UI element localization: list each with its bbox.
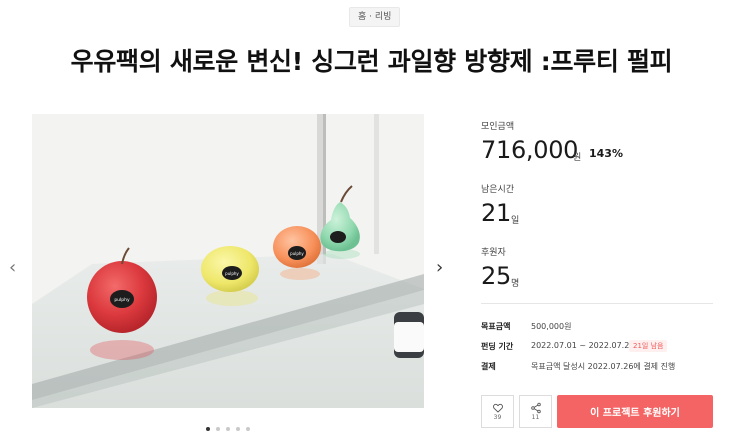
lemon-label-text: pulphy xyxy=(225,271,239,276)
days-left-value: 21 xyxy=(481,199,511,227)
pagination-dot[interactable] xyxy=(226,427,230,431)
page-title: 우유팩의 새로운 변신! 싱그런 과일향 방향제 :프루티 펄피 xyxy=(70,47,673,76)
amount-unit: 원 xyxy=(573,153,582,163)
like-button[interactable]: 39 xyxy=(481,395,514,428)
goal-label: 목표금액 xyxy=(481,322,511,331)
heart-icon xyxy=(492,403,503,413)
backers-unit: 명 xyxy=(511,279,520,289)
share-icon xyxy=(530,402,541,414)
backers-label: 후원자 xyxy=(481,248,506,258)
period-value: 2022.07.01 ~ 2022.07.25 xyxy=(531,341,635,350)
gallery-pagination xyxy=(206,427,250,431)
backers-value: 25 xyxy=(481,262,511,290)
share-button[interactable]: 11 xyxy=(519,395,552,428)
period-label: 펀딩 기간 xyxy=(481,342,514,351)
pagination-dot[interactable] xyxy=(236,427,240,431)
amount-label: 모인금액 xyxy=(481,122,515,132)
share-count: 11 xyxy=(531,414,540,421)
project-image: pulphy pulphy pulphy xyxy=(32,114,424,408)
achievement-percent: 143% xyxy=(589,147,623,160)
apple-label-text: pulphy xyxy=(114,297,130,303)
chevron-left-icon[interactable]: ‹ xyxy=(9,259,16,277)
chevron-right-icon[interactable]: › xyxy=(436,259,443,277)
category-tag[interactable]: 홈 · 리빙 xyxy=(349,7,401,27)
pagination-dot[interactable] xyxy=(206,427,210,431)
payment-value: 목표금액 달성시 2022.07.26에 결제 진행 xyxy=(531,362,676,371)
days-unit: 일 xyxy=(511,216,520,226)
pagination-dot[interactable] xyxy=(216,427,220,431)
amount-value: 716,000 xyxy=(481,136,579,164)
payment-label: 결제 xyxy=(481,362,496,371)
time-left-label: 남은시간 xyxy=(481,185,515,195)
days-left-badge: 21일 남음 xyxy=(629,340,668,352)
back-project-button[interactable]: 이 프로젝트 후원하기 xyxy=(557,395,713,428)
goal-value: 500,000원 xyxy=(531,322,572,331)
peach-label-text: pulphy xyxy=(290,251,304,256)
pagination-dot[interactable] xyxy=(246,427,250,431)
like-count: 39 xyxy=(493,414,502,421)
divider xyxy=(481,303,713,304)
